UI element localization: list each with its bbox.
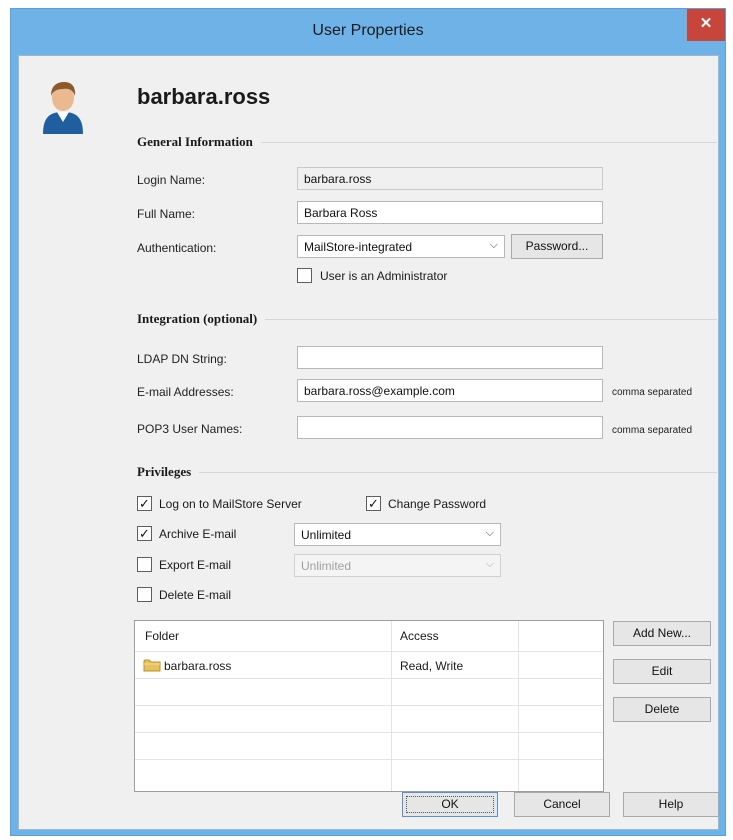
- export-limit-value: Unlimited: [301, 559, 352, 573]
- change-password-checkbox[interactable]: ✓: [366, 496, 381, 511]
- authentication-select[interactable]: MailStore-integrated ⌵: [297, 235, 505, 258]
- authentication-label: Authentication:: [137, 241, 217, 255]
- ok-button[interactable]: OK: [402, 792, 498, 817]
- change-password-checkbox-label: Change Password: [388, 497, 487, 511]
- export-email-checkbox[interactable]: [137, 557, 152, 572]
- user-properties-window: User Properties ✕ barbara.ross General I…: [10, 8, 726, 836]
- grid-column-divider: [391, 621, 392, 791]
- grid-header-folder[interactable]: Folder: [145, 629, 179, 643]
- login-name-field: barbara.ross: [297, 167, 603, 190]
- chevron-down-icon: ⌵: [489, 239, 498, 251]
- admin-checkbox[interactable]: [297, 268, 312, 283]
- archive-limit-value: Unlimited: [301, 528, 352, 542]
- logon-checkbox[interactable]: ✓: [137, 496, 152, 511]
- pop3-usernames-field[interactable]: [297, 416, 603, 439]
- grid-row-divider: [135, 678, 603, 679]
- dialog-body: barbara.ross General Information Login N…: [18, 55, 719, 830]
- full-name-label: Full Name:: [137, 207, 196, 221]
- folder-name-cell: barbara.ross: [164, 659, 232, 673]
- access-cell: Read, Write: [400, 659, 464, 673]
- user-avatar-icon: [43, 82, 83, 134]
- user-display-name: barbara.ross: [137, 84, 271, 109]
- title-bar[interactable]: User Properties ✕: [11, 9, 725, 55]
- admin-checkbox-label: User is an Administrator: [320, 269, 448, 283]
- grid-row-divider: [135, 759, 603, 760]
- privileges-section-title: Privileges: [137, 464, 200, 480]
- section-divider: [137, 472, 717, 473]
- integration-section-title: Integration (optional): [137, 311, 266, 327]
- delete-email-checkbox[interactable]: [137, 587, 152, 602]
- ldap-dn-field[interactable]: [297, 346, 603, 369]
- ok-button-label: OK: [406, 796, 494, 813]
- ldap-label: LDAP DN String:: [137, 352, 227, 366]
- archive-email-checkbox-label: Archive E-mail: [159, 527, 237, 541]
- email-note: comma separated: [612, 387, 693, 398]
- pop3-label: POP3 User Names:: [137, 422, 243, 436]
- archive-email-checkbox[interactable]: ✓: [137, 526, 152, 541]
- pop3-note: comma separated: [612, 425, 693, 436]
- window-title: User Properties: [312, 22, 424, 39]
- delete-email-checkbox-label: Delete E-mail: [159, 588, 232, 602]
- grid-column-divider: [518, 621, 519, 791]
- edit-button[interactable]: Edit: [613, 659, 711, 684]
- close-button[interactable]: ✕: [687, 9, 725, 41]
- logon-checkbox-label: Log on to MailStore Server: [159, 497, 302, 511]
- grid-header-access[interactable]: Access: [400, 629, 439, 643]
- password-button[interactable]: Password...: [511, 234, 603, 259]
- chevron-down-icon: ⌵: [485, 527, 494, 539]
- delete-button[interactable]: Delete: [613, 697, 711, 722]
- cancel-button[interactable]: Cancel: [514, 792, 610, 817]
- close-icon: ✕: [699, 15, 713, 32]
- grid-row-divider: [135, 732, 603, 733]
- export-limit-select: Unlimited ⌵: [294, 554, 501, 577]
- grid-row-divider: [135, 705, 603, 706]
- archive-limit-select[interactable]: Unlimited ⌵: [294, 523, 501, 546]
- folder-icon: [143, 659, 161, 672]
- grid-row-divider: [135, 651, 603, 652]
- login-name-label: Login Name:: [137, 173, 206, 187]
- email-addresses-field[interactable]: barbara.ross@example.com: [297, 379, 603, 402]
- folder-access-grid[interactable]: Folder Access barbara.ross Read, Write: [134, 620, 604, 792]
- general-section-title: General Information: [137, 134, 261, 150]
- authentication-selected-value: MailStore-integrated: [304, 240, 413, 254]
- add-new-button[interactable]: Add New...: [613, 621, 711, 646]
- export-email-checkbox-label: Export E-mail: [159, 558, 232, 572]
- help-button[interactable]: Help: [623, 792, 719, 817]
- email-addresses-label: E-mail Addresses:: [137, 385, 234, 399]
- chevron-down-icon: ⌵: [485, 558, 494, 570]
- full-name-field[interactable]: Barbara Ross: [297, 201, 603, 224]
